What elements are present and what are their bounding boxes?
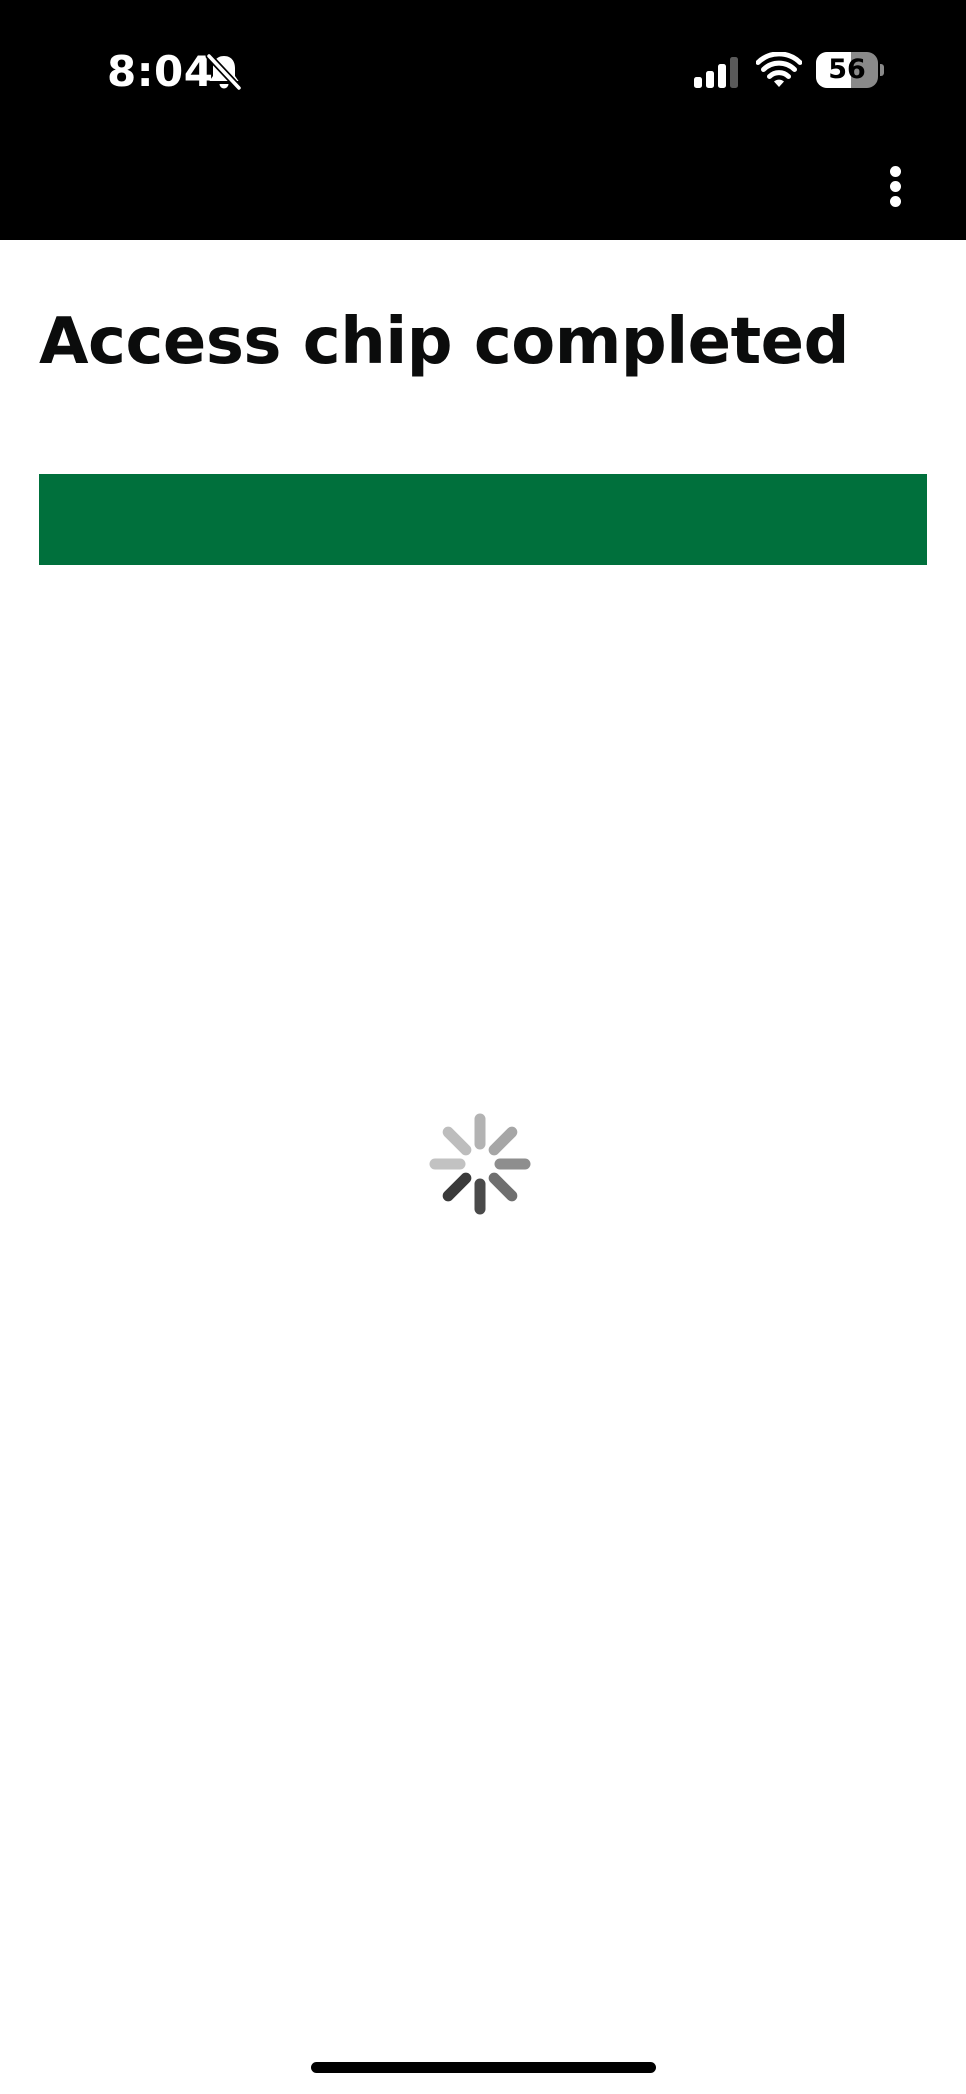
cellular-signal-icon <box>694 57 738 88</box>
progress-fill <box>39 474 927 565</box>
spinner-spoke <box>442 1172 472 1202</box>
top-bar: 8:04 56 <box>0 0 966 240</box>
battery-body: 56 <box>816 52 878 88</box>
progress-bar <box>39 474 927 565</box>
spinner-spoke <box>442 1126 472 1156</box>
spinner-spoke <box>488 1172 518 1202</box>
spinner-spoke <box>488 1126 518 1156</box>
app-screen: 8:04 56 Access chip completed <box>0 0 966 2094</box>
battery-cap <box>880 64 884 76</box>
more-vertical-icon[interactable] <box>877 160 917 212</box>
loading-spinner-icon <box>429 1113 531 1215</box>
battery-icon: 56 <box>816 52 884 90</box>
status-time: 8:04 <box>107 47 214 96</box>
bell-slash-icon <box>205 52 243 92</box>
home-indicator <box>311 2062 656 2073</box>
battery-level: 56 <box>828 54 866 85</box>
page-title: Access chip completed <box>39 305 849 379</box>
wifi-icon <box>756 52 802 87</box>
